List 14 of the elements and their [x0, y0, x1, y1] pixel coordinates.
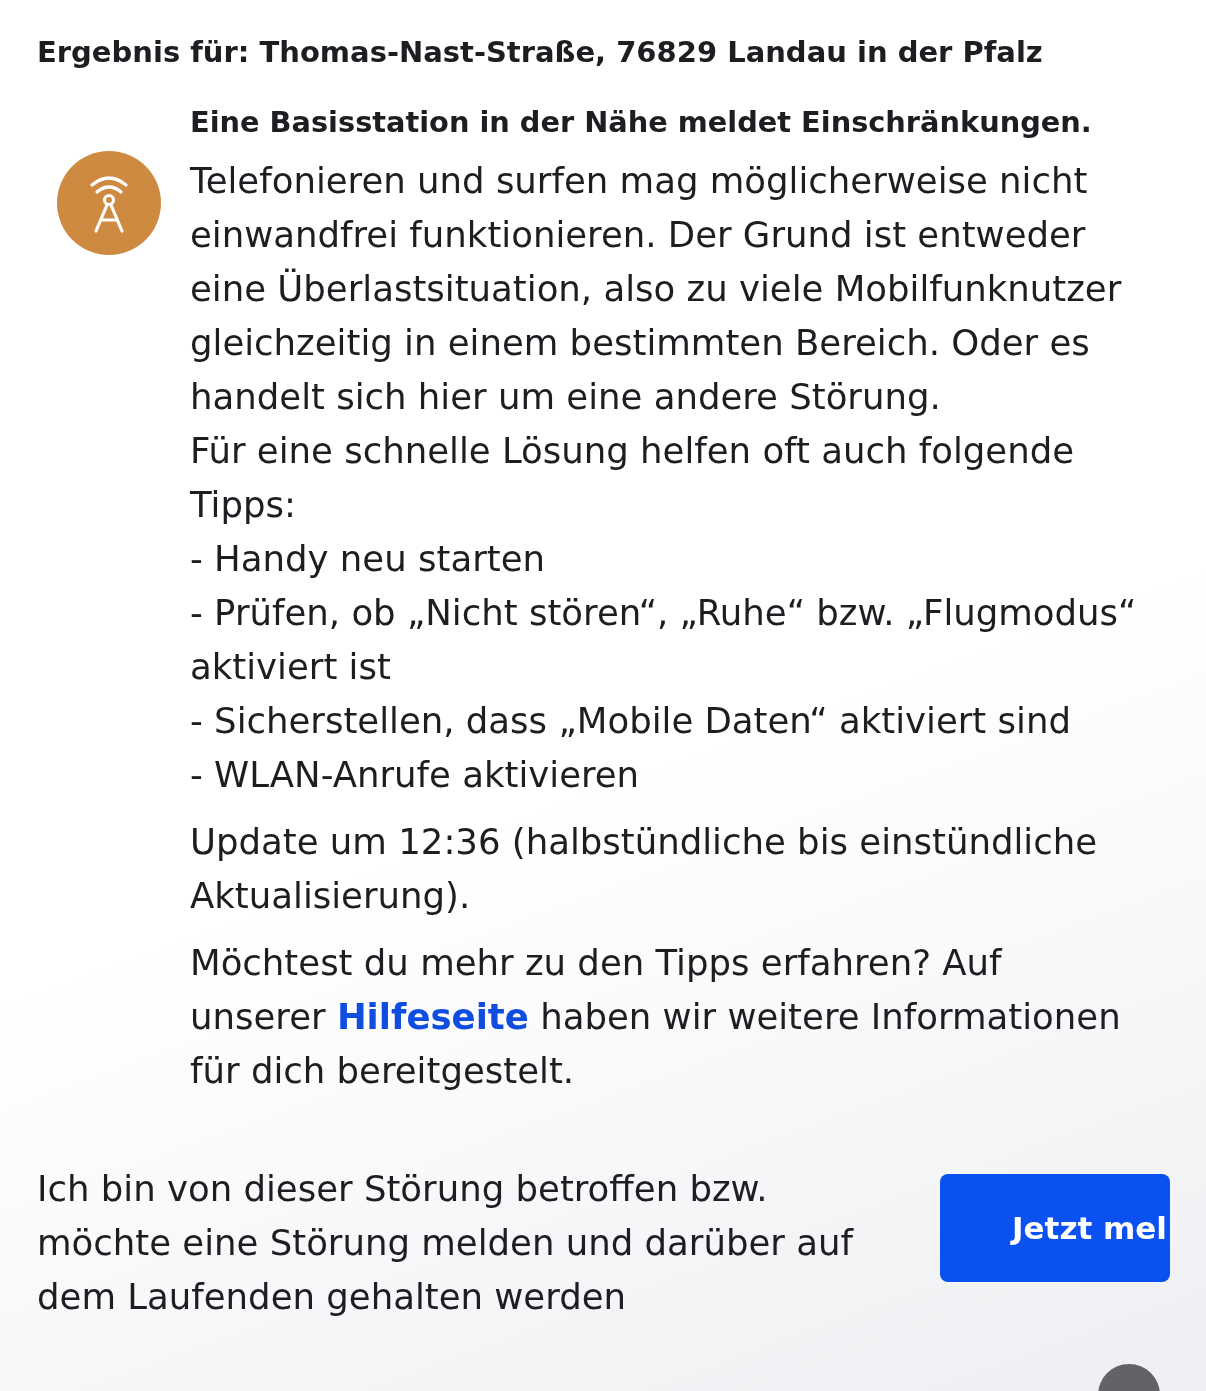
status-description: Telefonieren und surfen mag möglicherweise nicht einwandfrei funktionieren. Der Grund ist entweder eine Überlastsituation, also zu viele Mobilfunknutzer gleichzeitig in einem bestimmten Bereich. Oder es handelt sich hier um eine andere Störung. — [190, 159, 1123, 419]
tip-item: - WLAN-Anrufe aktivieren — [190, 753, 641, 797]
help-page-link[interactable]: Hilfeseite — [336, 996, 529, 1037]
tips-intro: Für eine schnelle Lösung helfen oft auch folgende Tipps: — [190, 429, 1076, 527]
tip-item: - Sicherstellen, dass „Mobile Daten“ aktiviert sind — [190, 699, 1072, 743]
report-button[interactable]: Jetzt mel — [940, 1174, 1170, 1282]
tip-item: - Handy neu starten — [190, 537, 547, 581]
update-info: Update um 12:36 (halbstündliche bis einstündliche Aktualisierung). — [190, 820, 1099, 918]
antenna-tower-icon — [56, 151, 161, 255]
result-heading: Ergebnis für: Thomas-Nast-Straße, 76829 Landau in der Pfalz — [37, 34, 1044, 71]
tip-item: - Prüfen, ob „Nicht stören“, „Ruhe“ bzw. „Flugmodus“ aktiviert ist — [190, 591, 1138, 689]
report-text: Ich bin von dieser Störung betroffen bzw. möchte eine Störung melden und darüber auf dem Laufenden gehalten werden — [37, 1167, 855, 1319]
help-text: Möchtest du mehr zu den Tipps erfahren? Auf unserer Hilfeseite haben wir weitere Informationen für dich bereitgestelt. — [190, 941, 1122, 1093]
status-title: Eine Basisstation in der Nähe meldet Einschränkungen. — [190, 104, 1093, 141]
